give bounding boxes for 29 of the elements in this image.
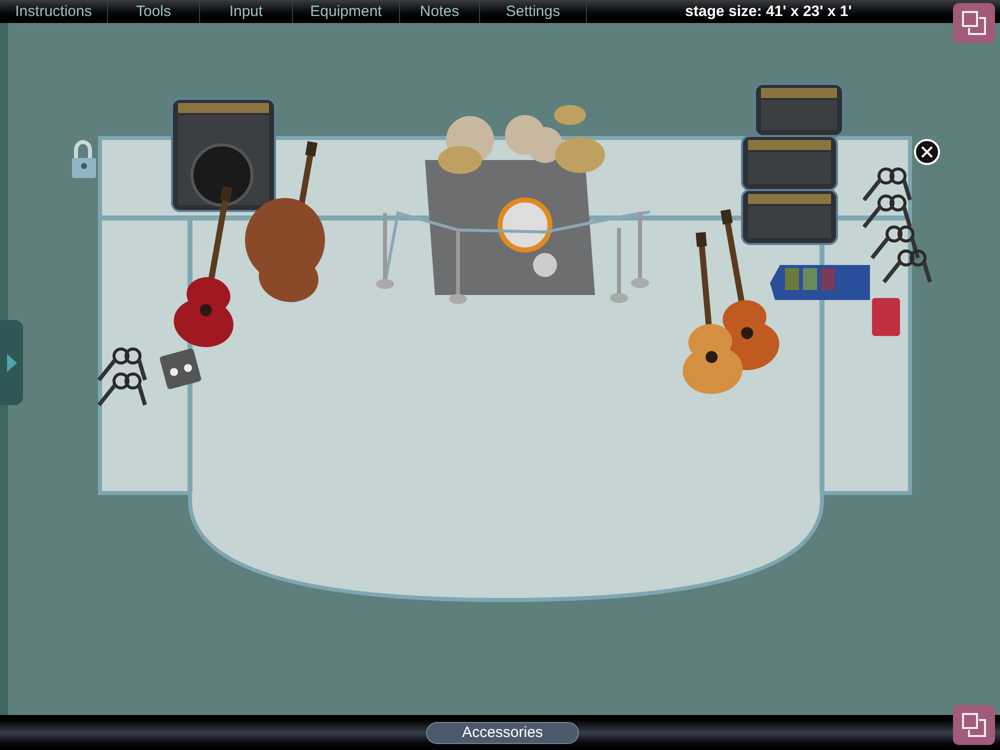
stanchion-rope-drawing[interactable] xyxy=(376,210,650,304)
play-triangle-icon xyxy=(6,354,16,372)
bass-guitar-drawing[interactable] xyxy=(174,186,234,348)
acoustic-guitar-drawing[interactable] xyxy=(682,232,743,394)
cable-icon[interactable] xyxy=(862,194,912,228)
cable-icon[interactable] xyxy=(97,348,147,382)
cable-icon[interactable] xyxy=(882,250,932,284)
pedalboard-drawing[interactable] xyxy=(770,265,870,300)
amplifier-stack-drawing[interactable] xyxy=(741,83,844,245)
windows-icon xyxy=(961,712,987,738)
menu-tab[interactable]: Tools xyxy=(108,0,200,23)
double-bass-drawing[interactable] xyxy=(245,141,325,302)
cable-icon[interactable] xyxy=(97,372,147,406)
sidebar-toggle[interactable] xyxy=(0,320,23,405)
fullscreen-button[interactable] xyxy=(953,3,995,43)
fullscreen-button[interactable] xyxy=(953,705,995,745)
menu-tab[interactable]: Settings xyxy=(480,0,587,23)
menu-tab[interactable]: Equipment xyxy=(293,0,400,23)
padlock-icon[interactable] xyxy=(72,140,96,178)
menu-tab[interactable]: Notes xyxy=(400,0,480,23)
cable-icon[interactable] xyxy=(870,226,920,260)
windows-icon xyxy=(961,10,987,36)
stage-size-label: stage size: 41' x 23' x 1' xyxy=(684,2,853,22)
cable-icon[interactable] xyxy=(862,168,912,202)
menu-tab[interactable]: Input xyxy=(200,0,293,23)
close-icon[interactable] xyxy=(914,139,940,165)
accessories-tab[interactable]: Accessories xyxy=(426,722,579,744)
amplifier-drawing[interactable] xyxy=(171,98,276,212)
drum-kit-drawing[interactable] xyxy=(425,105,605,295)
